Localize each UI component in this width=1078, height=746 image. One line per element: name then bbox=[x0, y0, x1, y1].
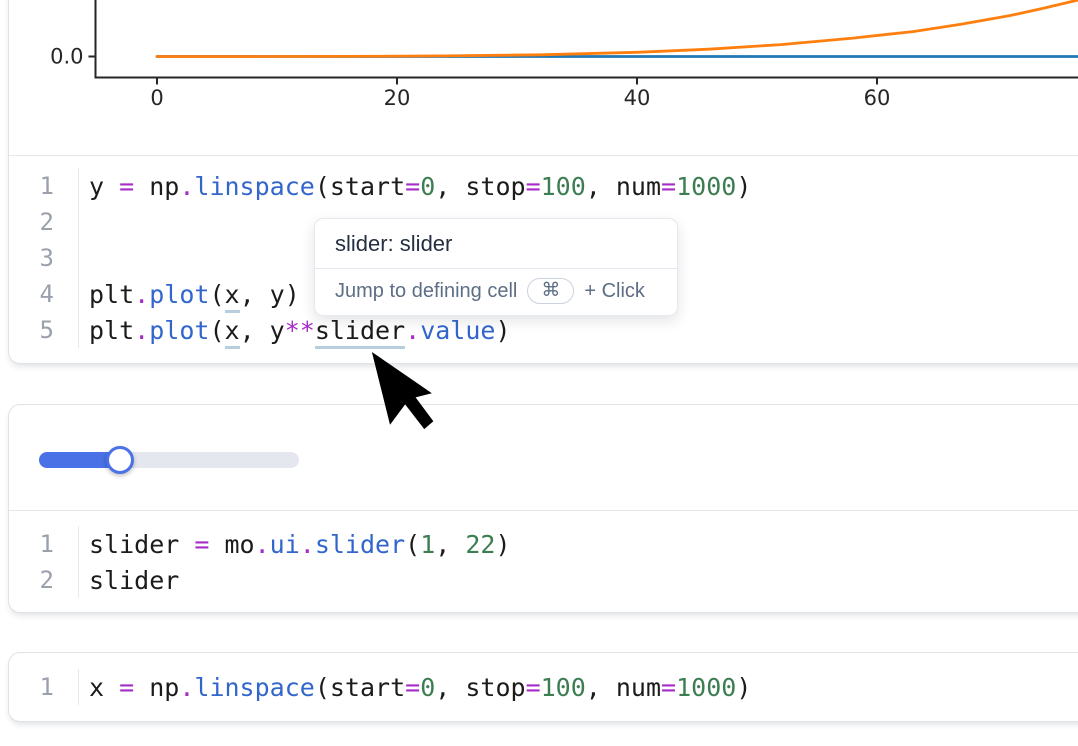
code-text: plt.plot(x, y**slider.value) bbox=[79, 316, 511, 345]
code-line[interactable]: 1y = np.linspace(start=0, stop=100, num=… bbox=[9, 168, 1078, 204]
code-text: y = np.linspace(start=0, stop=100, num=1… bbox=[79, 172, 751, 201]
line-number: 2 bbox=[9, 204, 79, 240]
code-text: slider bbox=[79, 566, 179, 595]
output-code-divider bbox=[9, 155, 1078, 156]
code-line[interactable]: 2slider bbox=[9, 562, 1078, 598]
code-line[interactable]: 1x = np.linspace(start=0, stop=100, num=… bbox=[9, 669, 1078, 705]
command-key-icon: ⌘ bbox=[527, 278, 574, 304]
line-number: 1 bbox=[9, 526, 79, 562]
line-number: 1 bbox=[9, 669, 79, 705]
line-number: 2 bbox=[9, 562, 79, 598]
code-editor-x[interactable]: 1x = np.linspace(start=0, stop=100, num=… bbox=[9, 669, 1078, 705]
line-number: 4 bbox=[9, 276, 79, 312]
marimo-notebook: 1y = np.linspace(start=0, stop=100, num=… bbox=[0, 0, 1078, 746]
cell-slider: 1slider = mo.ui.slider(1, 22)2slider bbox=[8, 404, 1078, 613]
line-number: 5 bbox=[9, 312, 79, 348]
code-text: slider = mo.ui.slider(1, 22) bbox=[79, 530, 511, 559]
slider-track[interactable] bbox=[39, 452, 299, 468]
slider-thumb[interactable] bbox=[106, 446, 134, 474]
line-number: 3 bbox=[9, 240, 79, 276]
code-text: x = np.linspace(start=0, stop=100, num=1… bbox=[79, 673, 751, 702]
tooltip-shortcut-suffix: + Click bbox=[584, 280, 645, 303]
jump-to-defining-cell[interactable]: Jump to defining cell ⌘ + Click bbox=[315, 268, 677, 315]
line-number: 1 bbox=[9, 168, 79, 204]
output-code-divider bbox=[9, 510, 1078, 511]
tooltip-title: slider: slider bbox=[315, 219, 677, 268]
cell-x: 1x = np.linspace(start=0, stop=100, num=… bbox=[8, 652, 1078, 722]
code-text: plt.plot(x, y) bbox=[79, 280, 300, 309]
variable-tooltip: slider: slider Jump to defining cell ⌘ +… bbox=[314, 218, 678, 316]
code-line[interactable]: 1slider = mo.ui.slider(1, 22) bbox=[9, 526, 1078, 562]
code-editor-slider[interactable]: 1slider = mo.ui.slider(1, 22)2slider bbox=[9, 526, 1078, 598]
tooltip-action-label: Jump to defining cell bbox=[335, 280, 517, 303]
code-line[interactable]: 5plt.plot(x, y**slider.value) bbox=[9, 312, 1078, 348]
